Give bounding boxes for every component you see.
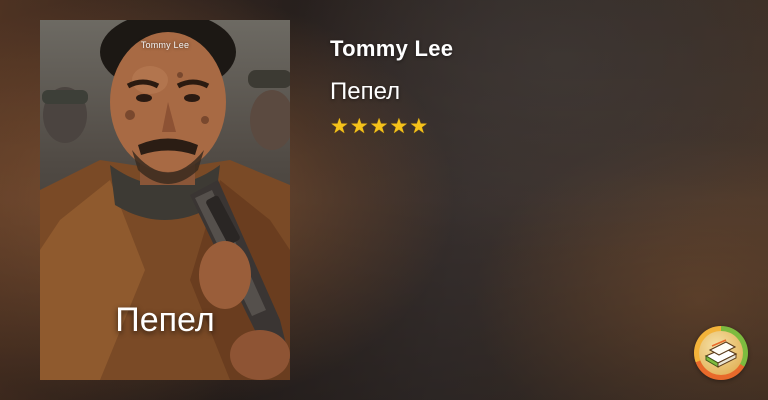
cover-title-text: Пепел bbox=[115, 301, 215, 339]
book-title: Пепел bbox=[330, 78, 401, 105]
star-icon: ★ bbox=[389, 115, 409, 138]
site-logo[interactable] bbox=[694, 326, 748, 380]
book-cover[interactable]: Tommy Lee Пепел bbox=[40, 20, 290, 380]
star-icon: ★ bbox=[349, 115, 369, 138]
book-stack-logo-icon bbox=[704, 339, 738, 368]
star-icon: ★ bbox=[409, 115, 429, 138]
cover-author-text: Tommy Lee bbox=[140, 40, 190, 50]
book-info: Tommy Lee Пепел ★ ★ ★ ★ ★ bbox=[330, 36, 453, 137]
star-icon: ★ bbox=[369, 115, 389, 138]
star-icon: ★ bbox=[330, 115, 349, 138]
rating-stars: ★ ★ ★ ★ ★ bbox=[330, 116, 453, 137]
author-name[interactable]: Tommy Lee bbox=[330, 36, 453, 62]
